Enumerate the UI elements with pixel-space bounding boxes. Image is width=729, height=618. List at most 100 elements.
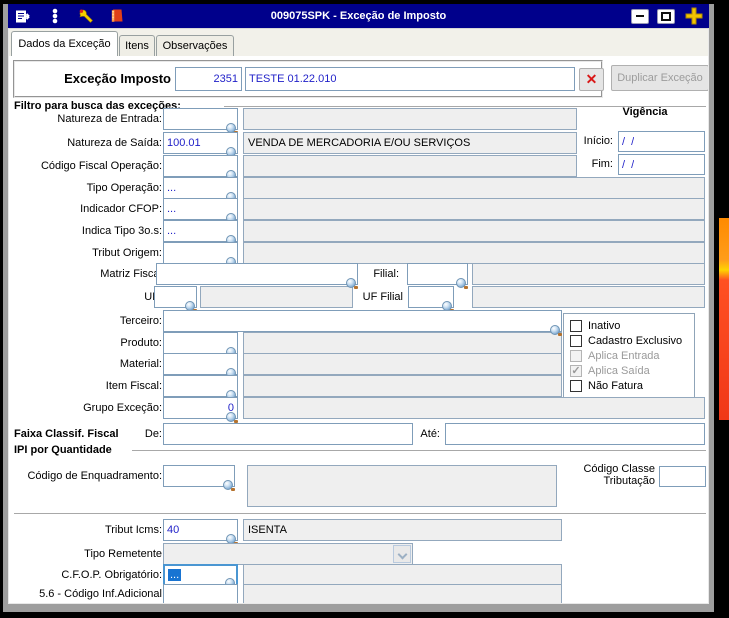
exception-header-frame: Exceção Imposto 2351 TESTE 01.22.010 ✕ <box>13 60 604 98</box>
close-plus-button[interactable] <box>683 6 705 26</box>
indicador-cfop-description <box>243 198 705 220</box>
uf-filial-description <box>472 286 705 308</box>
faixa-ate-input[interactable] <box>445 423 705 445</box>
nao-fatura-checkbox[interactable] <box>570 379 582 392</box>
tabbar: Dados da Exceção Itens Observações <box>9 29 708 56</box>
grupo-excecao-description <box>243 397 705 419</box>
app-window: 009075SPK - Exceção de Imposto Dados da … <box>0 0 717 618</box>
tribut-icms-description: ISENTA <box>243 519 562 541</box>
screen: 009075SPK - Exceção de Imposto Dados da … <box>0 0 729 618</box>
cadastro-exclusivo-checkbox[interactable] <box>570 334 582 347</box>
book-icon[interactable] <box>108 8 126 24</box>
maximize-button[interactable] <box>657 8 675 24</box>
plus-icon <box>685 7 703 25</box>
exception-description-input[interactable]: TESTE 01.22.010 <box>245 67 575 91</box>
lookup-ball-icon[interactable] <box>550 325 562 336</box>
codigo-enquadramento-input[interactable] <box>163 465 235 491</box>
tribut-icms-label: Tribut Icms: <box>104 524 162 536</box>
ipi-heading: IPI por Quantidade <box>14 444 112 456</box>
vigencia-inicio-input[interactable]: / / <box>618 131 705 152</box>
produto-description <box>243 332 562 354</box>
wrench-icon[interactable] <box>77 8 95 24</box>
aplica-saida-label: Aplica Saída <box>588 364 650 377</box>
dropdown-arrow-icon <box>393 545 411 563</box>
indica-tipo-3os-label: Indica Tipo 3o.s: <box>81 225 162 237</box>
natureza-entrada-input[interactable] <box>163 108 238 134</box>
uf-description <box>200 286 353 308</box>
uf-filial-input[interactable] <box>408 286 454 312</box>
codigo-classe-tributacao-label: Código Classe Tributação <box>583 463 655 487</box>
section-separator <box>14 513 706 515</box>
lookup-ball-icon[interactable] <box>223 480 235 491</box>
tribut-origem-input[interactable] <box>163 242 238 268</box>
lookup-ball-icon[interactable] <box>456 278 468 289</box>
lookup-ball-icon[interactable] <box>346 278 358 289</box>
codigo-classe-tributacao-input[interactable] <box>659 466 706 487</box>
matriz-fiscal-input[interactable] <box>156 263 358 289</box>
lookup-ball-icon[interactable] <box>226 412 238 423</box>
minimize-button[interactable] <box>631 8 649 24</box>
codigo-enquadramento-label: Código de Enquadramento: <box>27 470 162 482</box>
clear-exception-button[interactable]: ✕ <box>579 68 604 91</box>
cfop-obrigatorio-description <box>243 564 562 586</box>
natureza-saida-input[interactable]: 100.01 <box>163 132 238 158</box>
codigo-inf-adicional-input[interactable] <box>163 584 238 603</box>
codigo-inf-adicional-label: 5.6 - Código Inf.Adicional <box>39 588 162 600</box>
inativo-checkbox[interactable] <box>570 319 582 332</box>
material-input[interactable] <box>163 353 238 379</box>
aplica-entrada-checkbox <box>570 349 582 362</box>
red-x-icon: ✕ <box>585 71 598 87</box>
faixa-de-input[interactable] <box>163 423 413 445</box>
natureza-entrada-description <box>243 108 577 130</box>
material-label: Material: <box>119 358 162 370</box>
natureza-saida-label: Natureza de Saída: <box>67 137 162 149</box>
tipo-remetente-label: Tipo Remetente <box>84 548 162 560</box>
vigencia-heading: Vigência <box>622 106 668 118</box>
titlebar-toolbar <box>8 8 126 24</box>
filial-input[interactable] <box>407 263 468 289</box>
minimize-icon <box>636 15 644 17</box>
aplica-entrada-label: Aplica Entrada <box>588 349 660 362</box>
tribut-origem-description <box>243 242 705 264</box>
tipo-operacao-input[interactable]: ... <box>163 177 238 203</box>
tribut-icms-input[interactable]: 40 <box>163 519 238 545</box>
indica-tipo-3os-input[interactable]: ... <box>163 220 238 246</box>
cadastro-exclusivo-label: Cadastro Exclusivo <box>588 334 683 347</box>
item-fiscal-label: Item Fiscal: <box>105 380 162 392</box>
tab-dados-da-excecao[interactable]: Dados da Exceção <box>11 31 118 56</box>
natureza-saida-description: VENDA DE MERCADORIA E/OU SERVIÇOS <box>243 132 577 154</box>
indicador-cfop-input[interactable]: ... <box>163 198 238 224</box>
terceiro-label: Terceiro: <box>119 315 162 327</box>
cfop-obrigatorio-input[interactable]: ... <box>163 564 238 589</box>
produto-input[interactable] <box>163 332 238 358</box>
uf-label: UF: <box>14 286 162 308</box>
natureza-entrada-label: Natureza de Entrada: <box>57 113 162 125</box>
terceiro-input[interactable] <box>163 310 562 336</box>
codigo-fiscal-operacao-label: Código Fiscal Operação: <box>40 160 162 172</box>
maximize-icon <box>661 11 671 21</box>
exception-code-input[interactable]: 2351 <box>175 67 242 91</box>
indicador-cfop-label: Indicador CFOP: <box>80 203 162 215</box>
tipo-operacao-description <box>243 177 705 199</box>
item-fiscal-input[interactable] <box>163 375 238 401</box>
filial-description <box>472 263 705 285</box>
codigo-fiscal-operacao-description <box>243 155 577 177</box>
faixa-de-label: De: <box>144 428 162 440</box>
faixa-heading: Faixa Classif. Fiscal <box>14 428 119 440</box>
duplicate-exception-button[interactable]: Duplicar Exceção <box>611 65 708 91</box>
tribut-origem-label: Tribut Origem: <box>92 247 162 259</box>
exit-icon[interactable] <box>15 8 33 24</box>
inativo-label: Inativo <box>588 319 621 332</box>
tipo-remetente-select <box>163 543 413 565</box>
matriz-fiscal-label: Matriz Fiscal <box>100 268 162 280</box>
tab-itens[interactable]: Itens <box>119 35 155 56</box>
form-dados-da-excecao: Exceção Imposto 2351 TESTE 01.22.010 ✕ D… <box>9 56 708 603</box>
grupo-excecao-input[interactable]: 0 <box>163 397 238 423</box>
tab-observacoes[interactable]: Observações <box>156 35 234 56</box>
item-fiscal-description <box>243 375 562 397</box>
uf-input[interactable] <box>154 286 197 312</box>
codigo-inf-adicional-description <box>243 584 562 603</box>
vigencia-fim-input[interactable]: / / <box>618 154 705 175</box>
traffic-light-icon[interactable] <box>46 8 64 24</box>
codigo-fiscal-operacao-input[interactable] <box>163 155 238 181</box>
